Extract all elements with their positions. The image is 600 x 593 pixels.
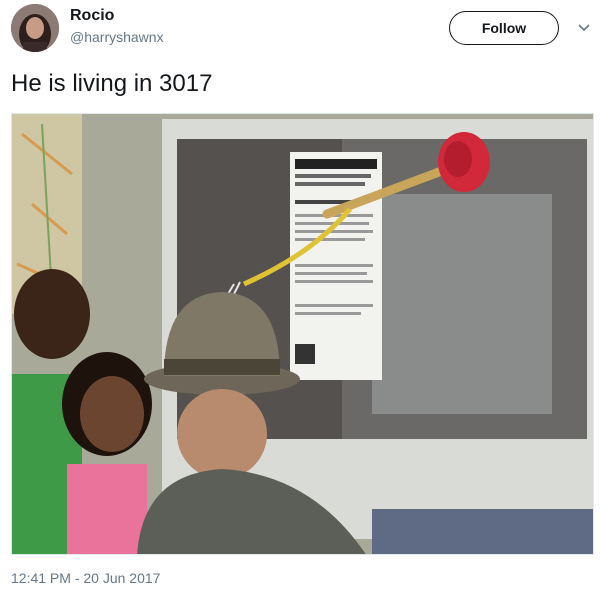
tweet-header: Rocio @harryshawnx Follow xyxy=(0,0,600,60)
avatar[interactable] xyxy=(11,4,59,52)
chevron-down-icon[interactable] xyxy=(575,18,593,36)
tweet-photo[interactable] xyxy=(11,113,594,555)
display-name[interactable]: Rocio xyxy=(70,7,114,25)
user-handle[interactable]: @harryshawnx xyxy=(70,29,164,45)
follow-button[interactable]: Follow xyxy=(449,11,559,45)
tweet-timestamp[interactable]: 12:41 PM - 20 Jun 2017 xyxy=(11,570,160,586)
tweet-text: He is living in 3017 xyxy=(11,70,213,97)
